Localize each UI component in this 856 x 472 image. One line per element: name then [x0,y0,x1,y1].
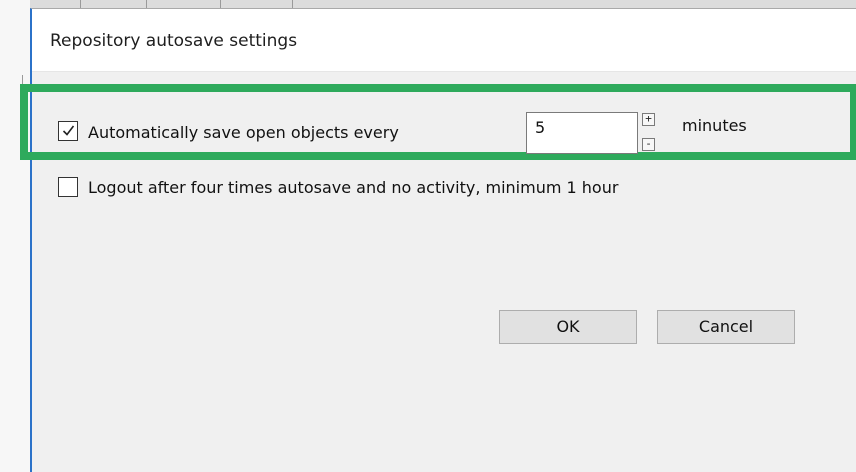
logout-label[interactable]: Logout after four times autosave and no … [88,178,618,197]
autosave-label[interactable]: Automatically save open objects every [88,123,399,142]
background-window-edge [0,0,30,472]
dialog-title: Repository autosave settings [50,31,298,51]
checkmark-icon [62,125,75,136]
cancel-button[interactable]: Cancel [657,310,795,344]
spin-down-button[interactable]: - [642,138,655,151]
autosave-dialog: Repository autosave settings [30,8,856,472]
spin-up-button[interactable]: + [642,113,655,126]
autosave-minutes-input[interactable]: 5 [526,112,638,154]
logout-checkbox[interactable] [58,177,78,197]
dialog-titlebar[interactable]: Repository autosave settings [32,9,856,72]
screen: Repository autosave settings Automatical… [0,0,856,472]
autosave-checkbox[interactable] [58,121,78,141]
ok-button[interactable]: OK [499,310,637,344]
minutes-label: minutes [682,116,747,135]
